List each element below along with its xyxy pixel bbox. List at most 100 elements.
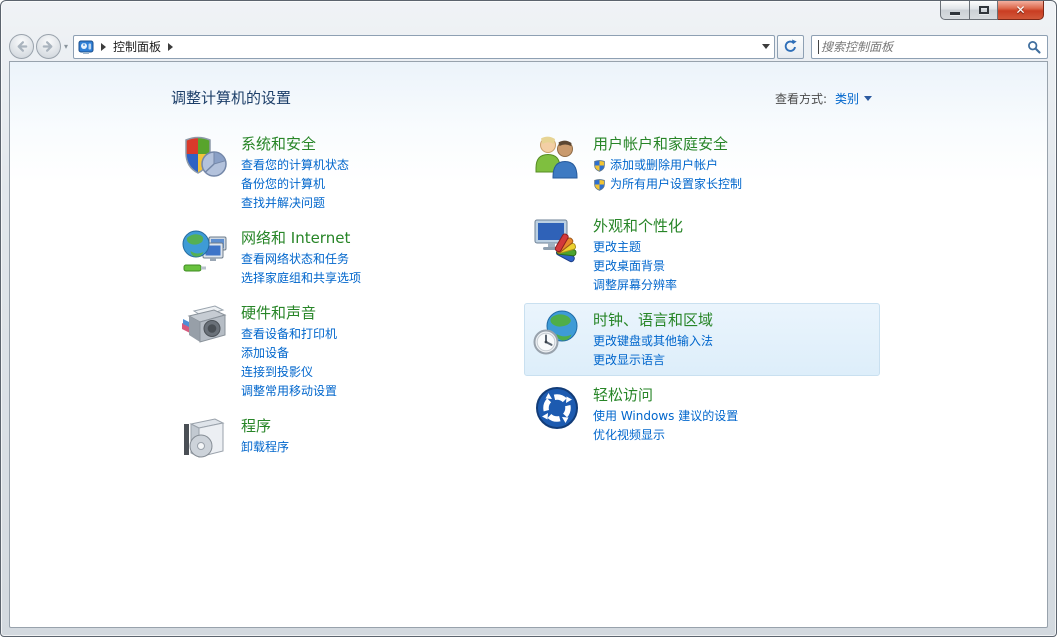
monitor-palette-icon[interactable]	[533, 215, 581, 263]
task-link[interactable]: 添加设备	[241, 344, 337, 363]
task-link[interactable]: 卸载程序	[241, 438, 289, 457]
task-link-label: 更改桌面背景	[593, 257, 665, 276]
category-text-block: 程序卸载程序	[241, 415, 289, 463]
back-button[interactable]	[9, 34, 34, 59]
category-title-link[interactable]: 程序	[241, 416, 271, 436]
minimize-icon	[950, 12, 960, 15]
task-link[interactable]: 连接到投影仪	[241, 363, 337, 382]
close-icon: ✕	[1015, 4, 1025, 16]
category-text-block: 时钟、语言和区域更改键盘或其他输入法更改显示语言	[593, 309, 713, 370]
category-title-link[interactable]: 网络和 Internet	[241, 228, 350, 248]
close-button[interactable]: ✕	[998, 1, 1044, 20]
task-link[interactable]: 使用 Windows 建议的设置	[593, 407, 738, 426]
view-by-value[interactable]: 类别	[835, 90, 859, 107]
view-by-label: 查看方式:	[775, 90, 827, 107]
category-text-block: 系统和安全查看您的计算机状态备份您的计算机查找并解决问题	[241, 133, 349, 213]
task-link-label: 调整常用移动设置	[241, 382, 337, 401]
task-link-label: 查看您的计算机状态	[241, 156, 349, 175]
category-text-block: 轻松访问使用 Windows 建议的设置优化视频显示	[593, 384, 738, 445]
task-link[interactable]: 更改键盘或其他输入法	[593, 332, 713, 351]
task-link-label: 查找并解决问题	[241, 194, 325, 213]
refresh-icon	[783, 39, 798, 54]
category-title-link[interactable]: 时钟、语言和区域	[593, 310, 713, 330]
category-title-link[interactable]: 硬件和声音	[241, 303, 316, 323]
task-link[interactable]: 更改桌面背景	[593, 257, 683, 276]
task-link[interactable]: 更改显示语言	[593, 351, 713, 370]
task-link[interactable]: 查看网络状态和任务	[241, 250, 361, 269]
network-globe-monitors-icon[interactable]	[181, 227, 229, 275]
task-link-label: 更改键盘或其他输入法	[593, 332, 713, 351]
ease-of-access-icon[interactable]	[533, 384, 581, 432]
task-link[interactable]: 调整常用移动设置	[241, 382, 337, 401]
task-link-label: 选择家庭组和共享选项	[241, 269, 361, 288]
task-link-label: 添加或删除用户帐户	[610, 156, 718, 175]
category-section: 硬件和声音查看设备和打印机添加设备连接到投影仪调整常用移动设置	[172, 296, 524, 407]
category-text-block: 用户帐户和家庭安全添加或删除用户帐户为所有用户设置家长控制	[593, 133, 742, 194]
control-panel-icon	[78, 39, 94, 55]
refresh-button[interactable]	[777, 35, 804, 59]
category-title-link[interactable]: 外观和个性化	[593, 216, 683, 236]
category-title-link[interactable]: 轻松访问	[593, 385, 653, 405]
task-link[interactable]: 查找并解决问题	[241, 194, 349, 213]
globe-clock-icon[interactable]	[533, 309, 581, 357]
task-link[interactable]: 查看您的计算机状态	[241, 156, 349, 175]
task-link-label: 备份您的计算机	[241, 175, 325, 194]
task-link[interactable]: 备份您的计算机	[241, 175, 349, 194]
forward-button[interactable]	[36, 34, 61, 59]
category-section: 轻松访问使用 Windows 建议的设置优化视频显示	[524, 378, 880, 451]
search-icon[interactable]	[1027, 40, 1041, 54]
category-column-right: 用户帐户和家庭安全添加或删除用户帐户为所有用户设置家长控制外观和个性化更改主题更…	[524, 127, 880, 453]
task-link-label: 使用 Windows 建议的设置	[593, 407, 738, 426]
breadcrumb-control-panel[interactable]: 控制面板	[113, 38, 161, 55]
control-panel-window: ✕ ▾ 控制面板	[0, 0, 1057, 637]
uac-shield-icon	[593, 159, 606, 172]
breadcrumb-arrow-icon[interactable]	[168, 43, 173, 51]
category-column-left: 系统和安全查看您的计算机状态备份您的计算机查找并解决问题网络和 Internet…	[172, 127, 524, 471]
task-link[interactable]: 调整屏幕分辨率	[593, 276, 683, 295]
task-link[interactable]: 更改主题	[593, 238, 683, 257]
task-link[interactable]: 为所有用户设置家长控制	[593, 175, 742, 194]
task-link-label: 为所有用户设置家长控制	[610, 175, 742, 194]
task-link-label: 连接到投影仪	[241, 363, 313, 382]
title-bar[interactable]: ✕	[1, 1, 1056, 32]
address-bar[interactable]: 控制面板	[73, 35, 775, 59]
printer-sound-icon[interactable]	[181, 302, 229, 350]
search-input[interactable]	[821, 40, 1027, 54]
task-link[interactable]: 查看设备和打印机	[241, 325, 337, 344]
maximize-icon	[979, 6, 989, 14]
task-link-label: 查看设备和打印机	[241, 325, 337, 344]
task-link-label: 查看网络状态和任务	[241, 250, 349, 269]
task-link[interactable]: 选择家庭组和共享选项	[241, 269, 361, 288]
category-section: 外观和个性化更改主题更改桌面背景调整屏幕分辨率	[524, 209, 880, 301]
task-link[interactable]: 优化视频显示	[593, 426, 738, 445]
category-section: 用户帐户和家庭安全添加或删除用户帐户为所有用户设置家长控制	[524, 127, 880, 200]
navigation-bar: ▾ 控制面板	[9, 32, 1048, 61]
address-dropdown-icon[interactable]	[762, 44, 770, 49]
task-link-label: 添加设备	[241, 344, 289, 363]
task-link-label: 优化视频显示	[593, 426, 665, 445]
category-section: 程序卸载程序	[172, 409, 524, 469]
two-users-icon[interactable]	[533, 133, 581, 181]
window-controls: ✕	[940, 1, 1044, 20]
minimize-button[interactable]	[940, 1, 969, 20]
task-link-label: 更改显示语言	[593, 351, 665, 370]
forward-arrow-icon	[41, 39, 56, 54]
recent-pages-chevron-icon[interactable]: ▾	[64, 42, 68, 51]
category-text-block: 硬件和声音查看设备和打印机添加设备连接到投影仪调整常用移动设置	[241, 302, 337, 401]
category-title-link[interactable]: 用户帐户和家庭安全	[593, 134, 728, 154]
maximize-button[interactable]	[969, 1, 998, 20]
view-by-dropdown-icon[interactable]	[864, 96, 872, 101]
software-box-cd-icon[interactable]	[181, 415, 229, 463]
category-section: 网络和 Internet 查看网络状态和任务选择家庭组和共享选项	[172, 221, 524, 294]
task-link-label: 卸载程序	[241, 438, 289, 457]
category-section: 时钟、语言和区域更改键盘或其他输入法更改显示语言	[524, 303, 880, 376]
security-shield-pie-icon[interactable]	[181, 133, 229, 181]
control-panel-home: 调整计算机的设置 查看方式: 类别 系统和安全查看您的计算机状态备份您的计算机查…	[9, 61, 1048, 628]
category-title-link[interactable]: 系统和安全	[241, 134, 316, 154]
view-by-control: 查看方式: 类别	[775, 90, 872, 107]
task-link[interactable]: 添加或删除用户帐户	[593, 156, 742, 175]
category-section: 系统和安全查看您的计算机状态备份您的计算机查找并解决问题	[172, 127, 524, 219]
breadcrumb-arrow-icon[interactable]	[101, 43, 106, 51]
uac-shield-icon	[593, 178, 606, 191]
page-title: 调整计算机的设置	[171, 87, 291, 108]
